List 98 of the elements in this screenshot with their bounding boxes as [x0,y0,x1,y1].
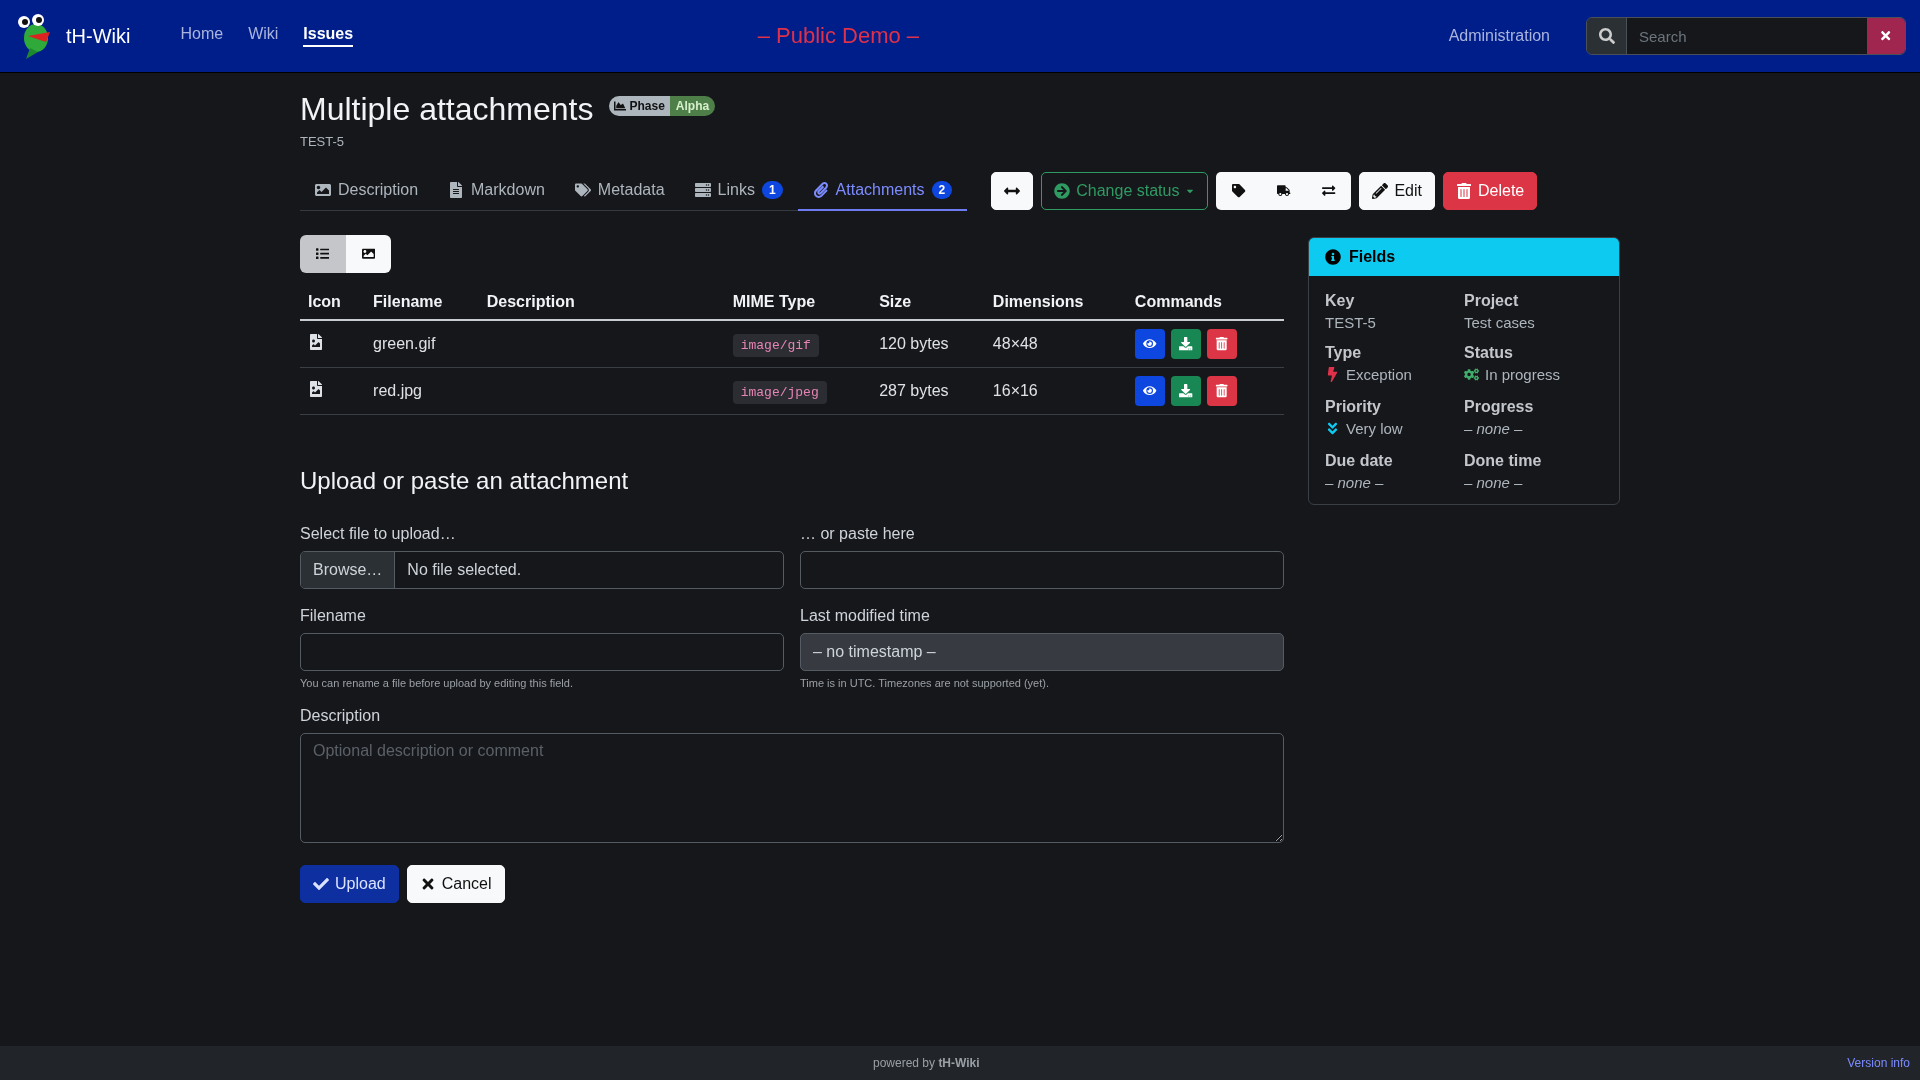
field-name: Project [1464,292,1520,310]
pencil-icon [1372,183,1389,199]
column-header: Icon [300,285,366,320]
change-status-button[interactable]: Change status [1041,172,1209,210]
tab[interactable]: Attachments 2 [797,171,968,211]
full-width-button[interactable] [991,172,1034,210]
table-cell: 16×16 [984,367,1127,415]
field-name: Progress [1464,398,1535,416]
image-icon [361,247,375,261]
list-view-button[interactable] [300,235,346,273]
list-icon [316,247,330,261]
nav-link[interactable]: Home [180,25,224,47]
gears-icon [1464,367,1479,382]
field-value: – none – [1464,420,1523,437]
download-icon [1179,337,1193,351]
field-value: Very low [1325,420,1403,437]
field-name: Status [1464,344,1514,362]
field-name: Due date [1325,452,1394,470]
delete-button[interactable]: Delete [1443,172,1538,210]
tab[interactable]: Description [300,171,434,211]
trash-icon [1215,337,1229,351]
table-cell: red.jpg [365,367,479,415]
help-text: Time is in UTC. Timezones are not supported (yet). [800,677,1050,689]
column-header: Commands [1126,285,1284,320]
table-cell: 48×48 [984,320,1127,368]
image-view-button[interactable] [345,235,391,273]
download-button[interactable] [1170,329,1201,359]
table-cell: green.gif [365,320,479,368]
paste-field[interactable] [800,551,1284,589]
mime-type: image/gif [732,334,819,357]
column-header: MIME Type [724,285,872,320]
tab-icon [812,182,829,198]
issue-title: Multiple attachments [300,91,594,128]
nav-link[interactable]: Wiki [248,25,279,47]
field-value: – none – [1464,474,1523,491]
column-header: Dimensions [984,285,1127,320]
cancel-button[interactable]: Cancel [406,865,505,903]
delete-button[interactable] [1206,376,1237,406]
timestamp-field[interactable]: – no timestamp – [800,633,1284,671]
tab[interactable]: Markdown [433,171,560,211]
nav-link[interactable]: Administration [1448,27,1550,45]
description-field[interactable]: Optional description or comment [300,733,1284,843]
field-label: … or paste here [800,525,916,543]
count-badge: 1 [761,181,783,199]
upload-button[interactable]: Upload [300,865,399,903]
view-button[interactable] [1134,376,1165,406]
field-name: Type [1325,344,1363,362]
tab[interactable]: Metadata [559,171,680,211]
field-label: Select file to upload… [300,525,457,543]
field-value: TEST-5 [1325,314,1376,331]
nav-link[interactable]: Issues [303,25,354,47]
field-value: Test cases [1464,314,1535,331]
double-chevron-down-icon [1325,421,1340,436]
file-input[interactable]: Browse… No file selected. [300,551,784,589]
help-text: You can rename a file before upload by editing this field. [300,677,574,689]
check-icon [313,876,329,892]
count-badge: 2 [931,181,953,199]
lightning-icon [1325,367,1340,382]
trash-icon [1215,384,1229,398]
eye-icon [1143,337,1157,351]
filename-field[interactable] [300,633,784,671]
eye-icon [1143,384,1157,398]
field-label: Filename [300,607,367,625]
field-value: In progress [1464,366,1561,383]
column-header: Description [478,285,725,320]
demo-label: – Public Demo – [757,23,920,49]
tab[interactable]: Links 1 [679,171,798,211]
edit-button[interactable]: Edit [1359,172,1435,210]
image-file-icon [308,381,324,397]
table-cell: 120 bytes [871,320,985,368]
field-name: Done time [1464,452,1543,470]
download-icon [1179,384,1193,398]
field-name: Priority [1325,398,1382,416]
section-heading: Upload or paste an attachment [300,467,630,495]
tab-icon [694,182,711,198]
download-button[interactable] [1170,376,1201,406]
tab-icon [448,182,465,198]
card-title: Fields [1349,248,1396,266]
field-name: Key [1325,292,1356,310]
tab-icon [315,182,331,198]
info-icon [1325,249,1341,265]
delete-button[interactable] [1206,329,1237,359]
version-link[interactable]: Version info [1847,1056,1910,1070]
tab-icon [574,182,591,198]
brand-name[interactable]: tH-Wiki [66,24,131,48]
view-button[interactable] [1134,329,1165,359]
image-file-icon [308,334,324,350]
trash-icon [1456,183,1472,199]
field-value: Exception [1325,366,1412,383]
column-header: Filename [365,285,479,320]
field-label: Description [300,707,382,725]
field-value: – none – [1325,474,1384,491]
column-header: Size [871,285,985,320]
issue-key: TEST-5 [300,134,1284,149]
field-label: Last modified time [800,607,931,625]
mime-type: image/jpeg [732,381,827,404]
footer-text: powered by tH-Wiki [873,1056,981,1070]
table-cell: 287 bytes [871,367,985,415]
